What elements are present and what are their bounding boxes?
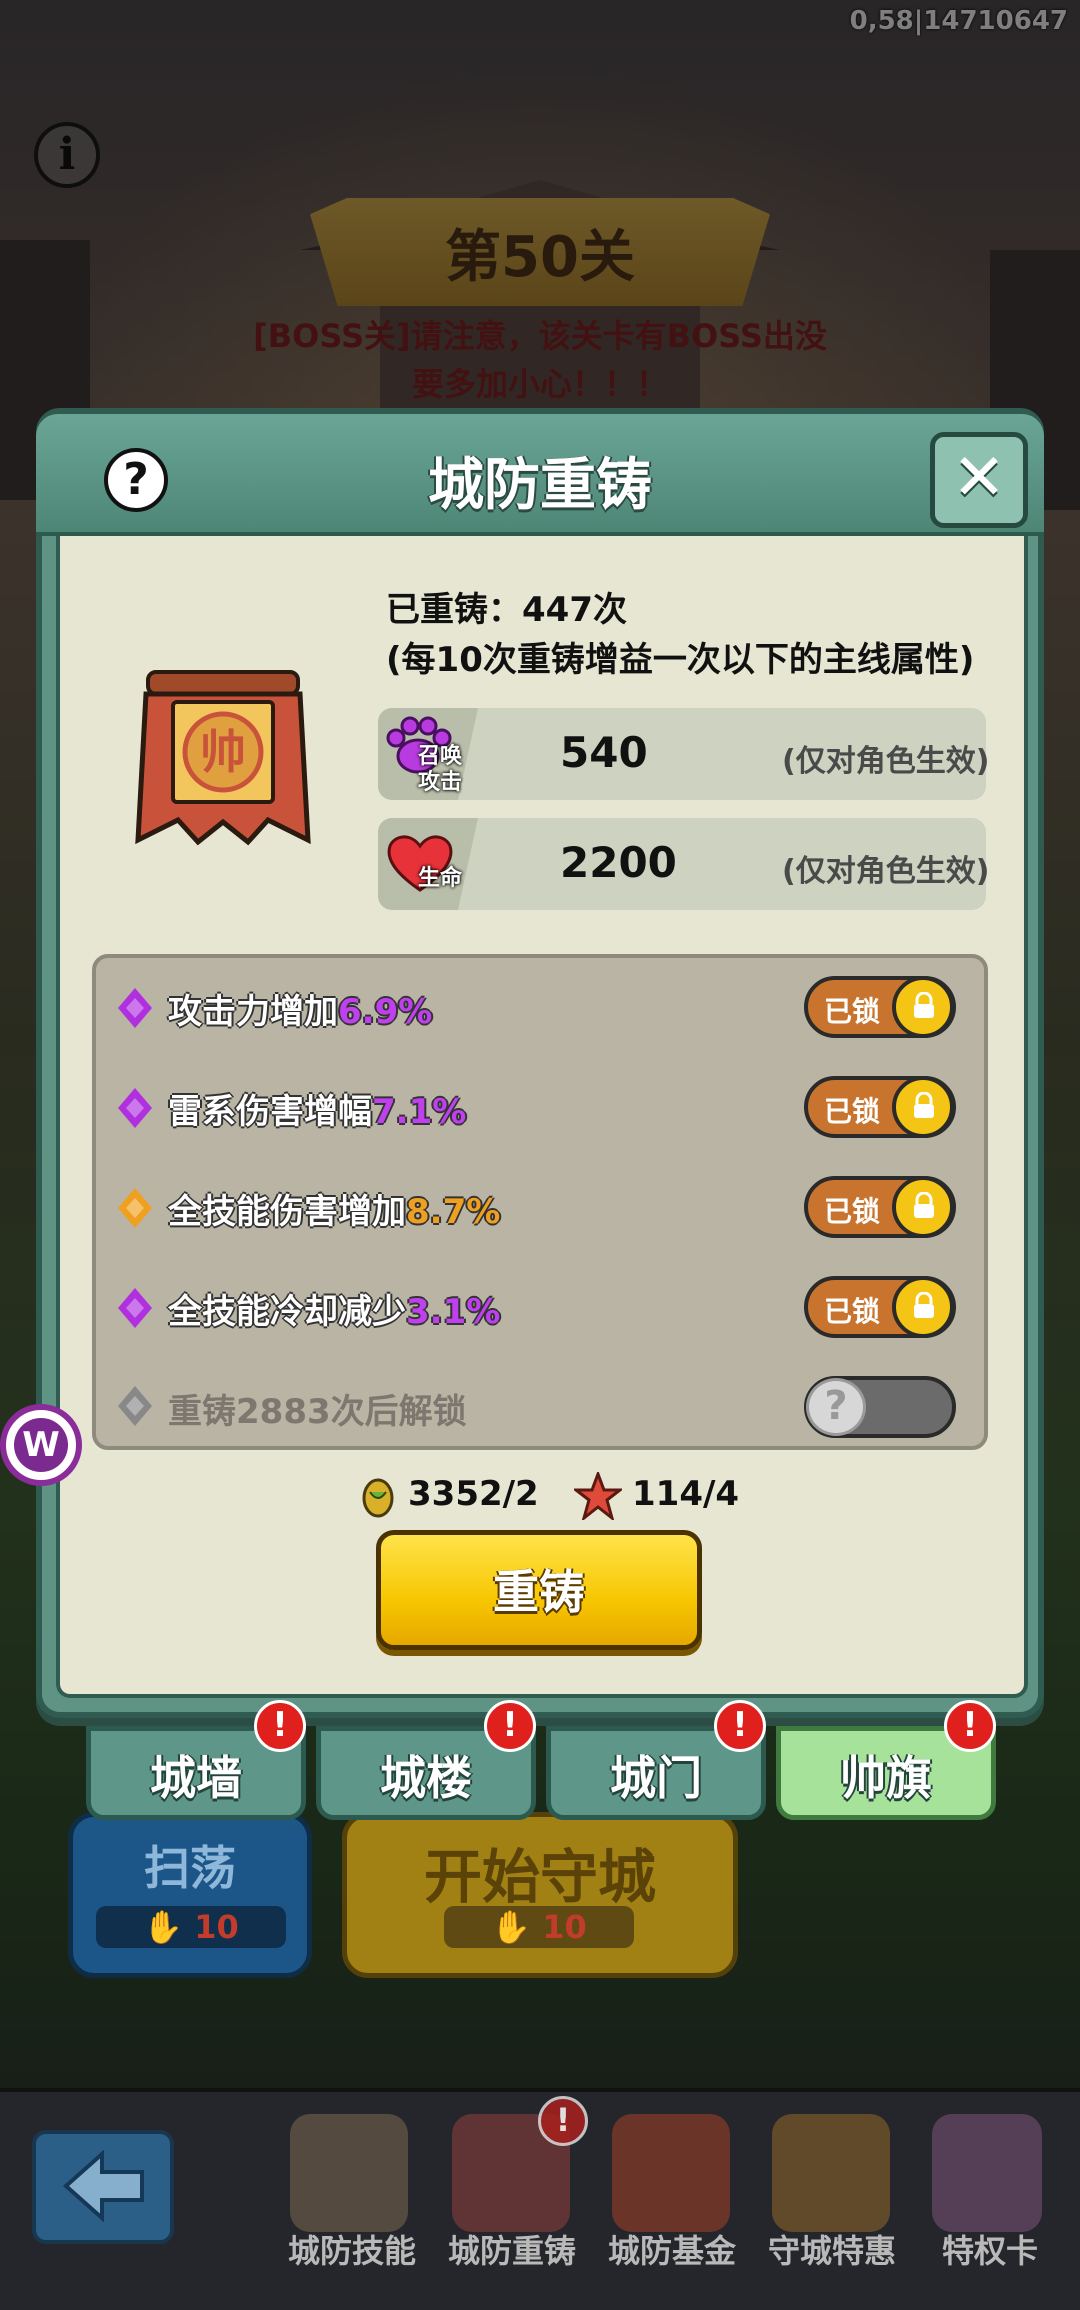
attribute-1-pct: 6.9% [338,992,433,1032]
attribute-3-pct: 8.7% [406,1192,501,1232]
padlock-icon [914,1292,934,1318]
nav-defense-sale[interactable]: 守城特惠 [752,2226,912,2272]
attribute-4-pct: 3.1% [406,1292,501,1332]
defense-fund-icon[interactable] [612,2114,730,2232]
tab-tower-alert-badge: ! [484,1700,536,1752]
tab-flag-label: 帅旗 [840,1751,932,1805]
tab-wall-label: 城墙 [150,1751,242,1805]
attribute-3: 全技能伤害增加8.7% [168,1184,500,1233]
modal-title: 城防重铸 [428,453,652,518]
stat-note-health: (仅对角色生效) [782,854,990,889]
sweep-cost-value: 10 [194,1908,239,1946]
attribute-3-lock-label: 已锁 [824,1195,881,1228]
help-button[interactable]: ? [104,448,168,512]
attribute-1-lock-label: 已锁 [824,995,881,1028]
attribute-3-text: 全技能伤害增加 [168,1192,406,1232]
attribute-2: 雷系伤害增幅7.1% [168,1084,466,1133]
padlock-icon [914,1092,934,1118]
defense-skill-icon[interactable] [290,2114,408,2232]
tab-gate-alert-badge: ! [714,1700,766,1752]
nav-defense-skill[interactable]: 城防技能 [272,2226,432,2272]
padlock-icon [914,1192,934,1218]
reforge-button-label: 重铸 [493,1565,585,1619]
nav-reforge-alert-badge: ! [538,2096,588,2146]
padlock-icon [914,992,934,1018]
privilege-card-icon[interactable] [932,2114,1042,2232]
defense-sale-icon[interactable] [772,2114,890,2232]
attribute-1: 攻击力增加6.9% [168,984,432,1033]
glove-icon: ✋ [143,1908,195,1946]
back-arrow-icon [62,2150,144,2222]
stat-note-summon-attack: (仅对角色生效) [782,744,990,779]
seed-icon [362,1478,394,1518]
locked-attribute-text: 重铸2883次后解锁 [168,1392,467,1432]
attribute-2-text: 雷系伤害增幅 [168,1092,372,1132]
sweep-cost: ✋ 10 [96,1906,286,1948]
tab-flag-alert-badge: ! [944,1700,996,1752]
attribute-4: 全技能冷却减少3.1% [168,1284,500,1333]
star-icon [574,1472,622,1520]
svg-text:帅: 帅 [200,725,246,779]
seed-amount: 3352/2 [408,1474,539,1514]
start-defense-label: 开始守城 [423,1843,656,1911]
side-logo-mark: W [14,1418,68,1472]
stat-value-health: 2200 [560,838,677,887]
nav-defense-reforge[interactable]: 城防重铸 [432,2226,592,2272]
close-button[interactable]: ✕ [930,432,1028,528]
attribute-4-text: 全技能冷却减少 [168,1292,406,1332]
tab-gate-label: 城门 [610,1751,702,1805]
star-amount: 114/4 [632,1474,740,1514]
nav-privilege-card[interactable]: 特权卡 [910,2226,1070,2272]
stat-label-summon-attack: 召唤 攻击 [417,744,462,795]
commander-flag-icon: 帅 [135,670,311,846]
tab-tower-label: 城楼 [380,1751,472,1805]
attribute-1-text: 攻击力增加 [168,992,338,1032]
start-cost: ✋ 10 [444,1906,634,1948]
sweep-label: 扫荡 [144,1841,236,1895]
start-cost-value: 10 [542,1908,587,1946]
attribute-2-pct: 7.1% [372,1092,467,1132]
nav-defense-fund[interactable]: 城防基金 [592,2226,752,2272]
locked-knob: ? [806,1378,866,1436]
reforge-count: 已重铸：447次 [386,590,627,630]
stat-value-summon-attack: 540 [560,728,648,777]
reforge-note: (每10次重铸增益一次以下的主线属性) [386,640,975,680]
attribute-4-lock-label: 已锁 [824,1295,881,1328]
attribute-2-lock-label: 已锁 [824,1095,881,1128]
stat-label-health: 生命 [417,866,462,891]
glove-icon: ✋ [491,1908,543,1946]
tab-wall-alert-badge: ! [254,1700,306,1752]
